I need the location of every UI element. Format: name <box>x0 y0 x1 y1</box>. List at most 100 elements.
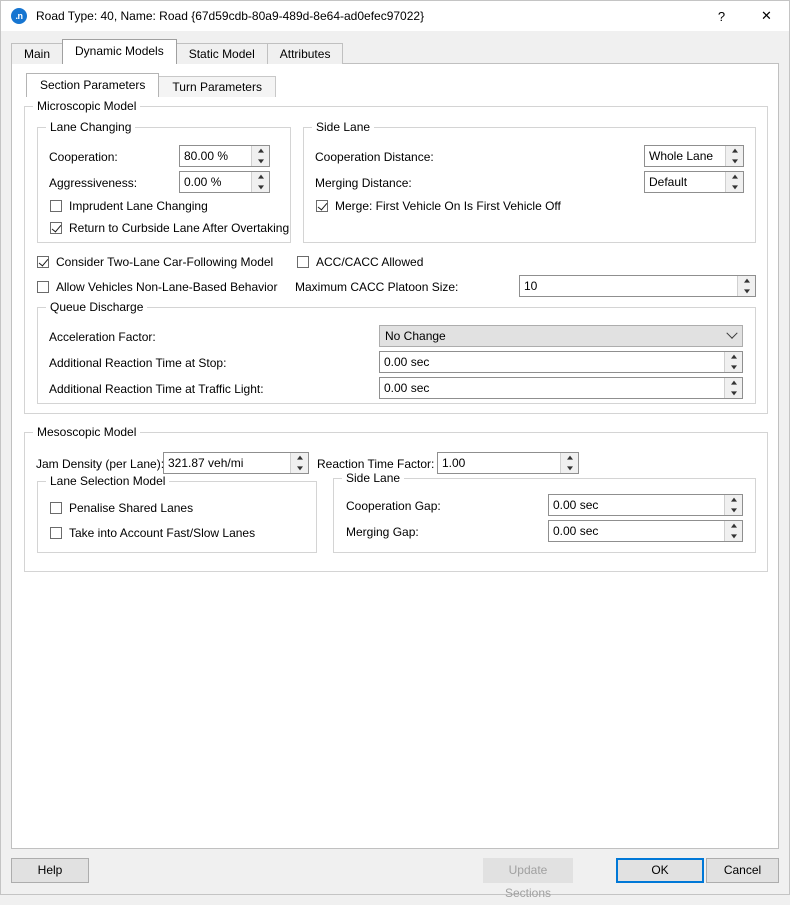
checkbox-box <box>316 200 328 212</box>
mesoscopic-model-group: Mesoscopic Model Jam Density (per Lane):… <box>24 425 768 572</box>
consider-two-lane-checkbox[interactable]: Consider Two-Lane Car-Following Model <box>37 254 273 270</box>
cooperation-gap-stepper-down[interactable] <box>725 505 742 515</box>
aggressiveness-stepper-up[interactable] <box>252 172 269 182</box>
merging-gap-stepper-up[interactable] <box>725 521 742 531</box>
lane-selection-model-legend: Lane Selection Model <box>46 474 170 488</box>
cancel-button[interactable]: Cancel <box>706 858 779 883</box>
penalise-shared-lanes-label: Penalise Shared Lanes <box>69 501 194 515</box>
aggressiveness-stepper-down[interactable] <box>252 182 269 192</box>
tab-static-model[interactable]: Static Model <box>175 43 268 64</box>
merging-distance-value: Default <box>649 175 688 189</box>
jam-density-stepper-down[interactable] <box>291 463 308 473</box>
max-platoon-stepper[interactable] <box>737 276 755 296</box>
reaction-time-factor-value: 1.00 <box>442 456 466 470</box>
help-button[interactable]: Help <box>11 858 89 883</box>
cooperation-distance-input[interactable]: Whole Lane <box>644 145 744 167</box>
reaction-light-value: 0.00 sec <box>384 381 430 395</box>
cooperation-stepper-down[interactable] <box>252 156 269 166</box>
fast-slow-lanes-checkbox[interactable]: Take into Account Fast/Slow Lanes <box>50 525 255 541</box>
aggressiveness-stepper[interactable] <box>251 172 269 192</box>
cooperation-input[interactable]: 80.00 % <box>179 145 270 167</box>
cooperation-gap-stepper[interactable] <box>724 495 742 515</box>
max-platoon-stepper-down[interactable] <box>738 286 755 296</box>
merging-gap-input[interactable]: 0.00 sec <box>548 520 743 542</box>
merging-distance-stepper-down[interactable] <box>726 182 743 192</box>
cooperation-stepper[interactable] <box>251 146 269 166</box>
merging-gap-value: 0.00 sec <box>553 524 599 538</box>
imprudent-lane-changing-checkbox[interactable]: Imprudent Lane Changing <box>50 198 208 214</box>
ok-button[interactable]: OK <box>616 858 704 883</box>
max-platoon-label: Maximum CACC Platoon Size: <box>295 280 459 294</box>
cooperation-gap-stepper-up[interactable] <box>725 495 742 505</box>
max-platoon-input[interactable]: 10 <box>519 275 756 297</box>
reaction-light-stepper-down[interactable] <box>725 388 742 398</box>
help-icon[interactable]: ? <box>699 1 744 31</box>
mesoscopic-model-legend: Mesoscopic Model <box>33 425 141 439</box>
consider-two-lane-label: Consider Two-Lane Car-Following Model <box>56 255 274 269</box>
cooperation-stepper-up[interactable] <box>252 146 269 156</box>
penalise-shared-lanes-checkbox[interactable]: Penalise Shared Lanes <box>50 500 193 516</box>
dynamic-models-panel: Section Parameters Turn Parameters Micro… <box>11 63 779 849</box>
non-lane-based-checkbox[interactable]: Allow Vehicles Non-Lane-Based Behavior <box>37 279 277 295</box>
merging-gap-stepper-down[interactable] <box>725 531 742 541</box>
acceleration-factor-value: No Change <box>385 329 446 343</box>
lane-selection-model-group: Lane Selection Model Penalise Shared Lan… <box>37 474 317 553</box>
return-curbside-checkbox[interactable]: Return to Curbside Lane After Overtaking <box>50 220 289 236</box>
return-curbside-label: Return to Curbside Lane After Overtaking <box>69 221 290 235</box>
cooperation-distance-stepper-up[interactable] <box>726 146 743 156</box>
window-title: Road Type: 40, Name: Road {67d59cdb-80a9… <box>36 9 425 23</box>
tab-dynamic-models[interactable]: Dynamic Models <box>62 39 177 64</box>
checkbox-box <box>50 527 62 539</box>
merging-distance-input[interactable]: Default <box>644 171 744 193</box>
cooperation-gap-value: 0.00 sec <box>553 498 599 512</box>
tab-turn-parameters[interactable]: Turn Parameters <box>158 76 276 97</box>
acceleration-factor-select[interactable]: No Change <box>379 325 743 347</box>
tab-section-parameters[interactable]: Section Parameters <box>26 73 160 97</box>
jam-density-stepper-up[interactable] <box>291 453 308 463</box>
imprudent-lane-changing-label: Imprudent Lane Changing <box>69 199 208 213</box>
close-icon[interactable]: ✕ <box>744 1 789 31</box>
reaction-stop-stepper-down[interactable] <box>725 362 742 372</box>
checkbox-box <box>50 200 62 212</box>
merging-distance-stepper-up[interactable] <box>726 172 743 182</box>
tab-attributes[interactable]: Attributes <box>266 43 344 64</box>
jam-density-input[interactable]: 321.87 veh/mi <box>163 452 309 474</box>
micro-side-lane-group: Side Lane Cooperation Distance: Whole La… <box>303 120 756 243</box>
reaction-stop-stepper[interactable] <box>724 352 742 372</box>
reaction-stop-value: 0.00 sec <box>384 355 430 369</box>
cooperation-gap-input[interactable]: 0.00 sec <box>548 494 743 516</box>
reaction-light-stepper[interactable] <box>724 378 742 398</box>
reaction-light-input[interactable]: 0.00 sec <box>379 377 743 399</box>
merge-first-vehicle-checkbox[interactable]: Merge: First Vehicle On Is First Vehicle… <box>316 198 561 214</box>
checkbox-box <box>50 502 62 514</box>
reaction-light-label: Additional Reaction Time at Traffic Ligh… <box>49 382 264 396</box>
cooperation-distance-stepper[interactable] <box>725 146 743 166</box>
chevron-down-icon <box>722 332 742 340</box>
title-bar: .n Road Type: 40, Name: Road {67d59cdb-8… <box>1 1 789 32</box>
merging-gap-label: Merging Gap: <box>346 525 419 539</box>
micro-side-lane-legend: Side Lane <box>312 120 375 134</box>
jam-density-stepper[interactable] <box>290 453 308 473</box>
queue-discharge-legend: Queue Discharge <box>46 300 148 314</box>
aggressiveness-input[interactable]: 0.00 % <box>179 171 270 193</box>
reaction-light-stepper-up[interactable] <box>725 378 742 388</box>
reaction-stop-input[interactable]: 0.00 sec <box>379 351 743 373</box>
merging-distance-stepper[interactable] <box>725 172 743 192</box>
reaction-time-factor-stepper-down[interactable] <box>561 463 578 473</box>
queue-discharge-group: Queue Discharge Acceleration Factor: No … <box>37 300 756 404</box>
dialog-button-bar: Help Update Sections OK Cancel <box>1 849 789 900</box>
tab-main[interactable]: Main <box>11 43 64 64</box>
microscopic-model-legend: Microscopic Model <box>33 99 141 113</box>
max-platoon-stepper-up[interactable] <box>738 276 755 286</box>
reaction-stop-stepper-up[interactable] <box>725 352 742 362</box>
acceleration-factor-label: Acceleration Factor: <box>49 330 156 344</box>
cooperation-distance-stepper-down[interactable] <box>726 156 743 166</box>
checkbox-box <box>297 256 309 268</box>
acc-cacc-allowed-label: ACC/CACC Allowed <box>316 255 424 269</box>
reaction-time-factor-stepper[interactable] <box>560 453 578 473</box>
reaction-time-factor-stepper-up[interactable] <box>561 453 578 463</box>
reaction-time-factor-input[interactable]: 1.00 <box>437 452 579 474</box>
microscopic-model-group: Microscopic Model Lane Changing Cooperat… <box>24 99 768 414</box>
merging-gap-stepper[interactable] <box>724 521 742 541</box>
acc-cacc-allowed-checkbox[interactable]: ACC/CACC Allowed <box>297 254 423 270</box>
